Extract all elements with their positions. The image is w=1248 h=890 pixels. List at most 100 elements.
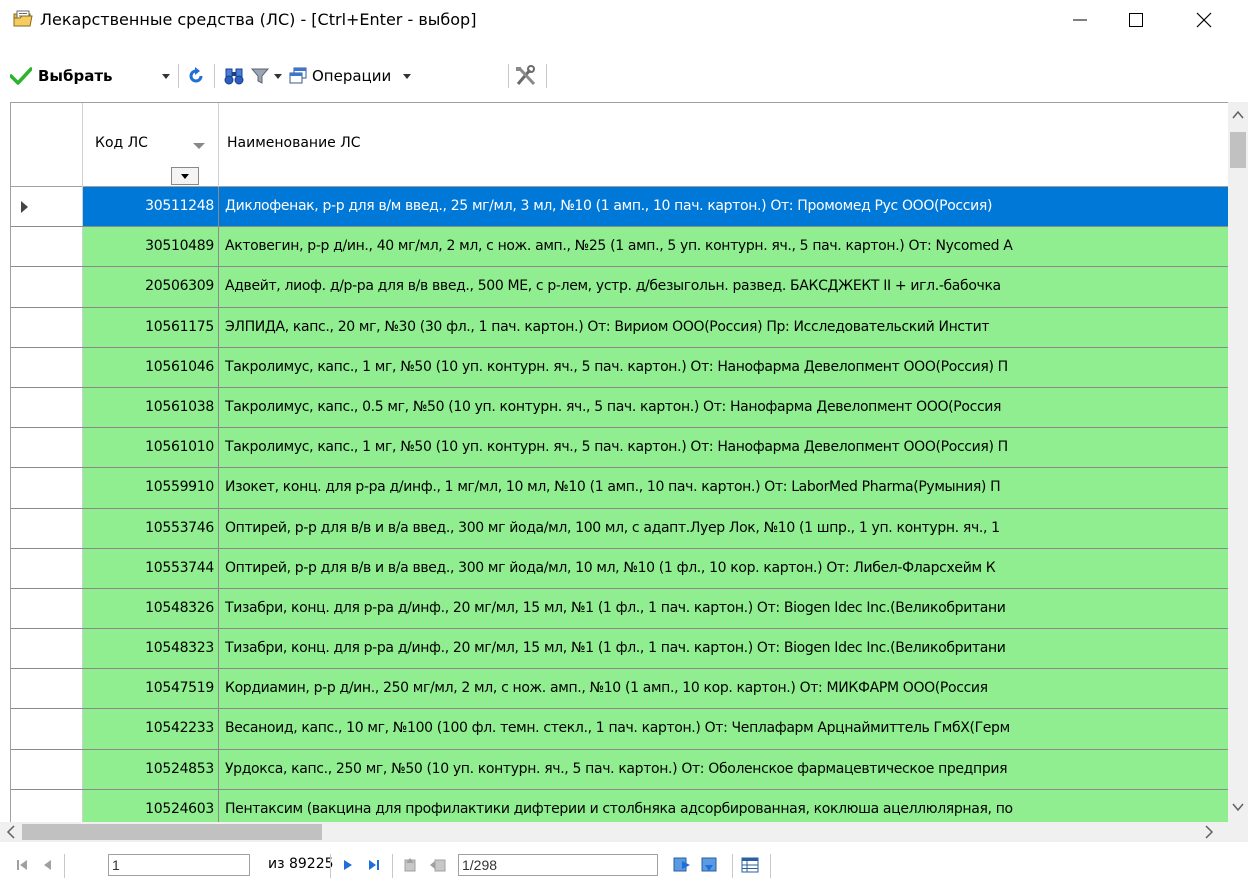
vertical-scroll-thumb[interactable] xyxy=(1230,132,1246,168)
next-record-button[interactable] xyxy=(338,854,358,876)
cell-code[interactable]: 10553744 xyxy=(83,548,219,588)
cell-code[interactable]: 10548326 xyxy=(83,588,219,629)
table-row[interactable]: 10548323 Тизабри, конц. для р-ра д/инф., … xyxy=(11,629,1229,670)
table-row[interactable]: 10553746 Оптирей, р-р для в/в и в/а введ.… xyxy=(11,508,1229,549)
minimize-button[interactable] xyxy=(1052,0,1108,40)
table-row[interactable]: 10524603 Пентаксим (вакцина для профилакт… xyxy=(11,789,1229,822)
row-header[interactable] xyxy=(11,548,83,588)
cell-code[interactable]: 10561046 xyxy=(83,347,219,387)
horizontal-scroll-thumb[interactable] xyxy=(22,824,322,840)
row-header[interactable] xyxy=(11,468,83,508)
navigator-separator xyxy=(732,854,733,878)
row-header[interactable] xyxy=(11,307,83,347)
cell-name[interactable]: Изокет, конц. для р-ра д/инф., 1 мг/мл, … xyxy=(219,468,1229,508)
table-row[interactable]: 30511248 Диклофенак, р-р для в/м введ., 2… xyxy=(11,187,1229,228)
row-header[interactable] xyxy=(11,789,83,822)
select-button[interactable]: Выбрать xyxy=(10,62,113,90)
column-header-code[interactable]: Код ЛС xyxy=(83,103,219,187)
scroll-down-icon[interactable] xyxy=(1232,800,1244,816)
last-page-button[interactable] xyxy=(700,854,720,876)
cell-name[interactable]: Такролимус, капс., 0.5 мг, №50 (10 уп. к… xyxy=(219,387,1229,428)
row-header[interactable] xyxy=(11,709,83,749)
row-header[interactable] xyxy=(11,749,83,789)
previous-record-button[interactable] xyxy=(38,854,58,876)
cell-code[interactable]: 10561038 xyxy=(83,387,219,428)
row-header[interactable] xyxy=(11,187,83,227)
cell-name[interactable]: Адвейт, лиоф. д/р-ра для в/в введ., 500 … xyxy=(219,267,1229,307)
record-position-input[interactable] xyxy=(108,854,250,876)
page-position-input[interactable] xyxy=(458,854,658,876)
cell-name[interactable]: Оптирей, р-р для в/в и в/а введ., 300 мг… xyxy=(219,548,1229,588)
filter-dropdown-button[interactable] xyxy=(274,62,282,90)
operations-button[interactable]: Операции xyxy=(288,62,412,90)
scroll-up-icon[interactable] xyxy=(1232,108,1244,124)
close-button[interactable] xyxy=(1176,0,1232,40)
cell-name[interactable]: Урдокса, капс., 250 мг, №50 (10 уп. конт… xyxy=(219,749,1229,789)
vertical-scrollbar[interactable] xyxy=(1228,102,1248,822)
cell-name[interactable]: Пентаксим (вакцина для профилактики дифт… xyxy=(219,789,1229,822)
table-row[interactable]: 30510489 Актовегин, р-р д/ин., 40 мг/мл, … xyxy=(11,227,1229,268)
cell-code[interactable]: 20506309 xyxy=(83,267,219,307)
cell-code[interactable]: 10542233 xyxy=(83,709,219,749)
cell-code[interactable]: 10524853 xyxy=(83,749,219,789)
last-record-button[interactable] xyxy=(364,854,384,876)
settings-button[interactable] xyxy=(514,62,538,90)
cell-name[interactable]: Кордиамин, р-р д/ин., 250 мг/мл, 2 мл, с… xyxy=(219,669,1229,709)
cell-name[interactable]: Тизабри, конц. для р-ра д/инф., 20 мг/мл… xyxy=(219,588,1229,629)
table-row[interactable]: 10547519 Кордиамин, р-р д/ин., 250 мг/мл,… xyxy=(11,669,1229,710)
row-header[interactable] xyxy=(11,347,83,387)
find-button[interactable] xyxy=(224,62,246,90)
cell-code[interactable]: 10561175 xyxy=(83,307,219,347)
cell-code[interactable]: 30510489 xyxy=(83,227,219,267)
column-filter-button[interactable] xyxy=(171,167,199,185)
table-row[interactable]: 10561046 Такролимус, капс., 1 мг, №50 (10… xyxy=(11,347,1229,388)
row-header[interactable] xyxy=(11,669,83,709)
cell-name[interactable]: Диклофенак, р-р для в/м введ., 25 мг/мл,… xyxy=(219,187,1229,227)
cell-code[interactable]: 10559910 xyxy=(83,468,219,508)
maximize-button[interactable] xyxy=(1108,0,1164,40)
previous-page-button[interactable] xyxy=(400,854,420,876)
next-page-button[interactable] xyxy=(672,854,692,876)
cell-name[interactable]: Такролимус, капс., 1 мг, №50 (10 уп. кон… xyxy=(219,347,1229,387)
table-row[interactable]: 10561010 Такролимус, капс., 1 мг, №50 (10… xyxy=(11,428,1229,469)
toolbar-separator xyxy=(508,64,509,88)
previous-page-alt-button[interactable] xyxy=(428,854,448,876)
row-header[interactable] xyxy=(11,588,83,629)
cell-code[interactable]: 10548323 xyxy=(83,629,219,669)
filter-button[interactable] xyxy=(250,62,270,90)
table-row[interactable]: 10559910 Изокет, конц. для р-ра д/инф., 1… xyxy=(11,468,1229,509)
cell-name[interactable]: Оптирей, р-р для в/в и в/а введ., 300 мг… xyxy=(219,508,1229,548)
refresh-button[interactable] xyxy=(186,62,206,90)
grid-view-button[interactable] xyxy=(740,854,760,876)
table-row[interactable]: 10553744 Оптирей, р-р для в/в и в/а введ.… xyxy=(11,548,1229,589)
cell-name[interactable]: Тизабри, конц. для р-ра д/инф., 20 мг/мл… xyxy=(219,629,1229,669)
cell-code[interactable]: 10553746 xyxy=(83,508,219,548)
select-dropdown-button[interactable] xyxy=(162,62,170,90)
row-header[interactable] xyxy=(11,387,83,428)
table-row[interactable]: 10524853 Урдокса, капс., 250 мг, №50 (10 … xyxy=(11,749,1229,790)
cell-name[interactable]: Весаноид, капс., 10 мг, №100 (100 фл. те… xyxy=(219,709,1229,749)
cell-name[interactable]: Такролимус, капс., 1 мг, №50 (10 уп. кон… xyxy=(219,428,1229,468)
row-header[interactable] xyxy=(11,227,83,267)
row-header[interactable] xyxy=(11,629,83,669)
table-row[interactable]: 10561038 Такролимус, капс., 0.5 мг, №50 (… xyxy=(11,387,1229,429)
cell-code[interactable]: 10524603 xyxy=(83,789,219,822)
cell-code[interactable]: 10547519 xyxy=(83,669,219,709)
cell-code[interactable]: 30511248 xyxy=(83,187,219,227)
row-header[interactable] xyxy=(11,428,83,468)
table-row[interactable]: 10561175 ЭЛПИДА, капс., 20 мг, №30 (30 фл… xyxy=(11,307,1229,348)
first-record-button[interactable] xyxy=(12,854,32,876)
row-header[interactable] xyxy=(11,267,83,307)
table-row[interactable]: 10542233 Весаноид, капс., 10 мг, №100 (10… xyxy=(11,709,1229,750)
scroll-left-icon[interactable] xyxy=(6,824,16,844)
row-header[interactable] xyxy=(11,508,83,548)
table-row[interactable]: 10548326 Тизабри, конц. для р-ра д/инф., … xyxy=(11,588,1229,630)
cell-code[interactable]: 10561010 xyxy=(83,428,219,468)
column-header-name[interactable]: Наименование ЛС xyxy=(219,103,1229,187)
horizontal-scrollbar[interactable] xyxy=(0,822,1228,842)
cell-name[interactable]: ЭЛПИДА, капс., 20 мг, №30 (30 фл., 1 пач… xyxy=(219,307,1229,347)
cell-name[interactable]: Актовегин, р-р д/ин., 40 мг/мл, 2 мл, с … xyxy=(219,227,1229,267)
table-row[interactable]: 20506309 Адвейт, лиоф. д/р-ра для в/в вве… xyxy=(11,267,1229,308)
scroll-right-icon[interactable] xyxy=(1204,824,1214,844)
navigator-separator xyxy=(64,854,65,878)
